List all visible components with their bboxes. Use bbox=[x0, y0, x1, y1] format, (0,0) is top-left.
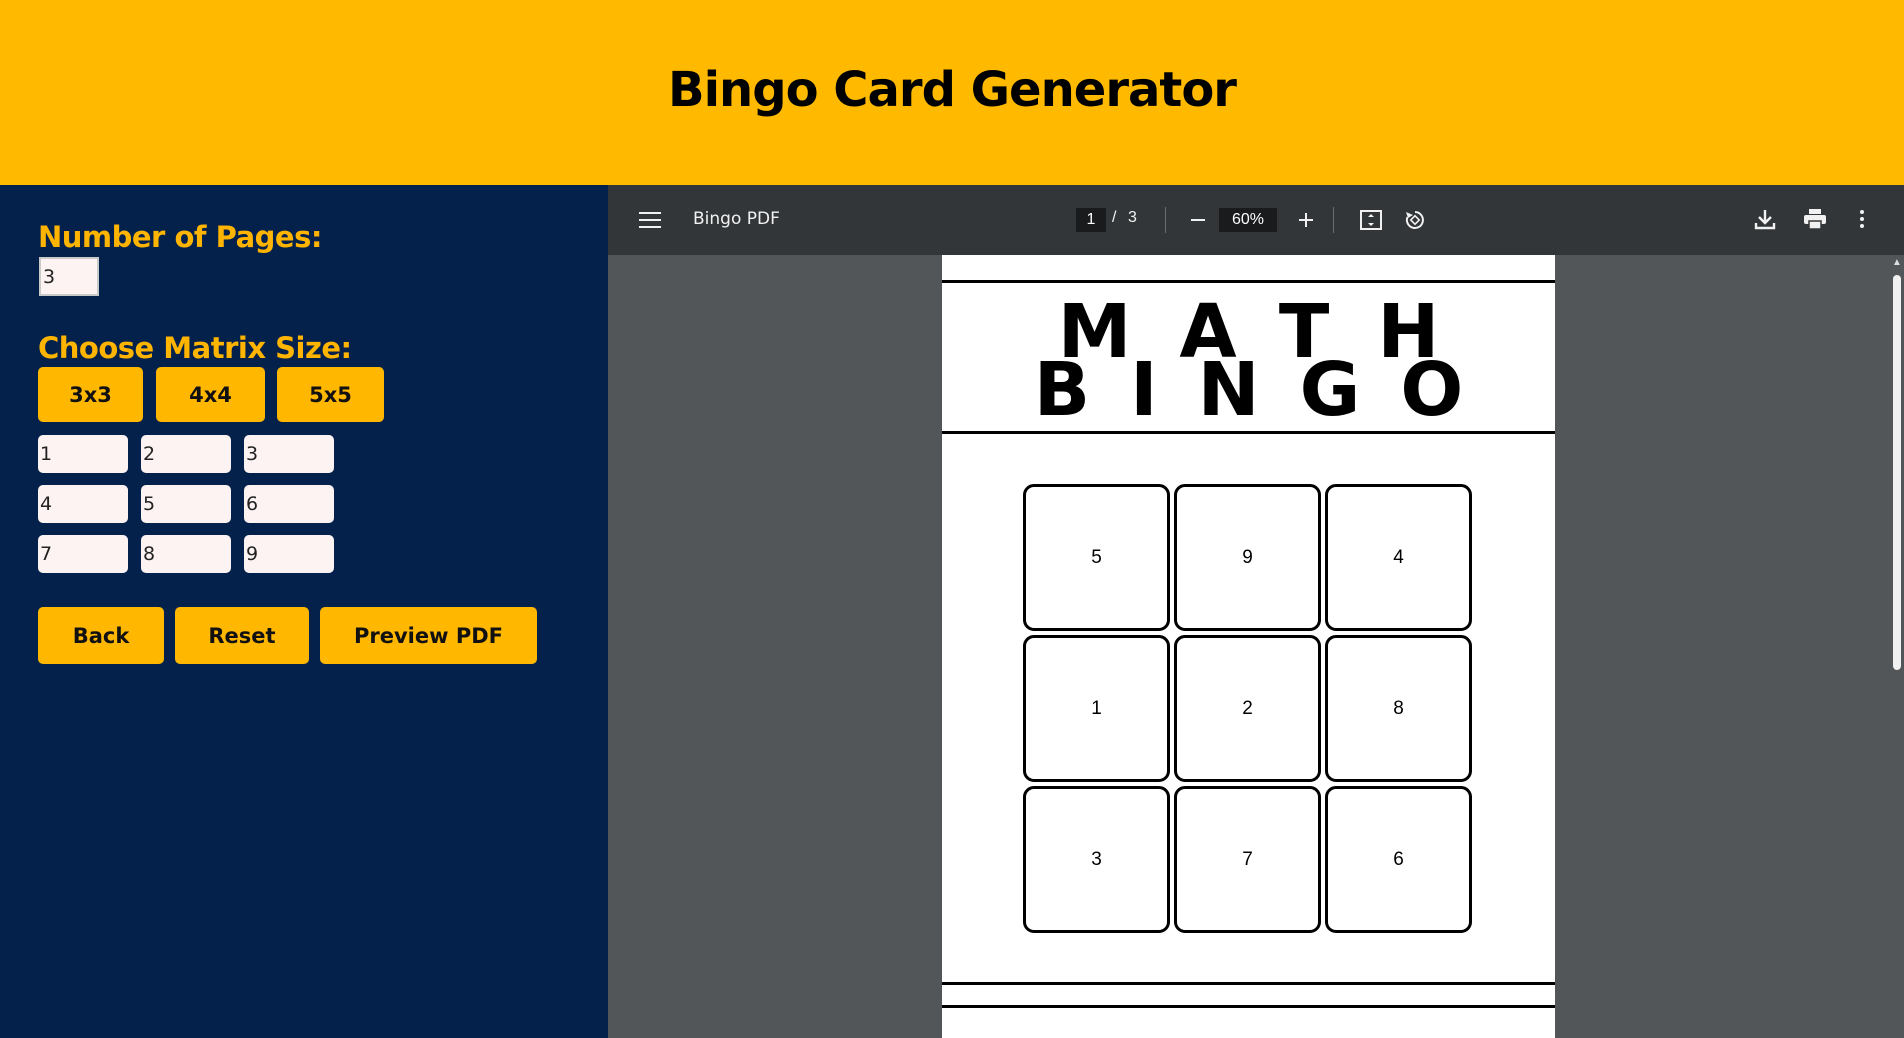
title-rule bbox=[942, 431, 1555, 434]
reset-button[interactable]: Reset bbox=[175, 607, 309, 664]
menu-icon[interactable] bbox=[638, 208, 662, 232]
cell-input-6[interactable] bbox=[244, 485, 334, 523]
matrix-size-label: Choose Matrix Size: bbox=[38, 331, 352, 365]
bingo-cell: 4 bbox=[1325, 484, 1472, 631]
toolbar-divider bbox=[1333, 207, 1334, 233]
toolbar-divider bbox=[1165, 207, 1166, 233]
more-icon[interactable] bbox=[1852, 205, 1872, 233]
page-total: 3 bbox=[1128, 209, 1137, 226]
pages-label: Number of Pages: bbox=[38, 220, 322, 254]
preview-pdf-button[interactable]: Preview PDF bbox=[320, 607, 537, 664]
bingo-cell: 5 bbox=[1023, 484, 1170, 631]
bottom-rule bbox=[942, 982, 1555, 985]
cell-input-8[interactable] bbox=[141, 535, 231, 573]
size-3x3-button[interactable]: 3x3 bbox=[38, 367, 143, 422]
fit-page-icon[interactable] bbox=[1358, 207, 1384, 233]
cell-input-4[interactable] bbox=[38, 485, 128, 523]
size-4x4-button[interactable]: 4x4 bbox=[156, 367, 265, 422]
bingo-title: BINGO bbox=[1033, 347, 1504, 433]
pages-input[interactable] bbox=[39, 257, 99, 296]
footer-rule bbox=[942, 1005, 1555, 1008]
print-icon[interactable] bbox=[1801, 205, 1829, 233]
scrollbar[interactable] bbox=[1893, 275, 1901, 670]
cell-input-3[interactable] bbox=[244, 435, 334, 473]
top-rule bbox=[942, 280, 1555, 283]
zoom-out-icon[interactable] bbox=[1186, 208, 1210, 232]
zoom-level-input[interactable]: 60% bbox=[1219, 208, 1277, 232]
page-number-input[interactable]: 1 bbox=[1076, 208, 1106, 232]
bingo-cell: 1 bbox=[1023, 635, 1170, 782]
page-separator: / bbox=[1112, 209, 1117, 226]
cell-input-7[interactable] bbox=[38, 535, 128, 573]
zoom-in-icon[interactable] bbox=[1294, 208, 1318, 232]
rotate-icon[interactable] bbox=[1402, 207, 1428, 233]
pdf-page: MATH BINGO 5 9 4 1 2 8 3 7 6 bbox=[942, 255, 1555, 1038]
bingo-cell: 7 bbox=[1174, 786, 1321, 933]
back-button[interactable]: Back bbox=[38, 607, 164, 664]
app-header: Bingo Card Generator bbox=[0, 0, 1904, 185]
cell-input-2[interactable] bbox=[141, 435, 231, 473]
cell-input-1[interactable] bbox=[38, 435, 128, 473]
settings-panel: Number of Pages: Choose Matrix Size: 3x3… bbox=[0, 185, 608, 1038]
cell-input-9[interactable] bbox=[244, 535, 334, 573]
bingo-cell: 9 bbox=[1174, 484, 1321, 631]
bingo-cell: 3 bbox=[1023, 786, 1170, 933]
bingo-cell: 6 bbox=[1325, 786, 1472, 933]
download-icon[interactable] bbox=[1751, 205, 1779, 233]
bingo-grid: 5 9 4 1 2 8 3 7 6 bbox=[1023, 484, 1472, 933]
bingo-cell: 2 bbox=[1174, 635, 1321, 782]
viewer-toolbar: Bingo PDF 1 / 3 60% bbox=[608, 185, 1904, 255]
cell-input-5[interactable] bbox=[141, 485, 231, 523]
scroll-up-arrow[interactable]: ▲ bbox=[1892, 257, 1902, 268]
document-title: Bingo PDF bbox=[693, 209, 780, 229]
pdf-viewer: Bingo PDF 1 / 3 60% ▲ MATH BINGO 5 9 4 1… bbox=[608, 185, 1904, 1038]
bingo-cell: 8 bbox=[1325, 635, 1472, 782]
page-title: Bingo Card Generator bbox=[668, 61, 1237, 118]
size-5x5-button[interactable]: 5x5 bbox=[277, 367, 384, 422]
